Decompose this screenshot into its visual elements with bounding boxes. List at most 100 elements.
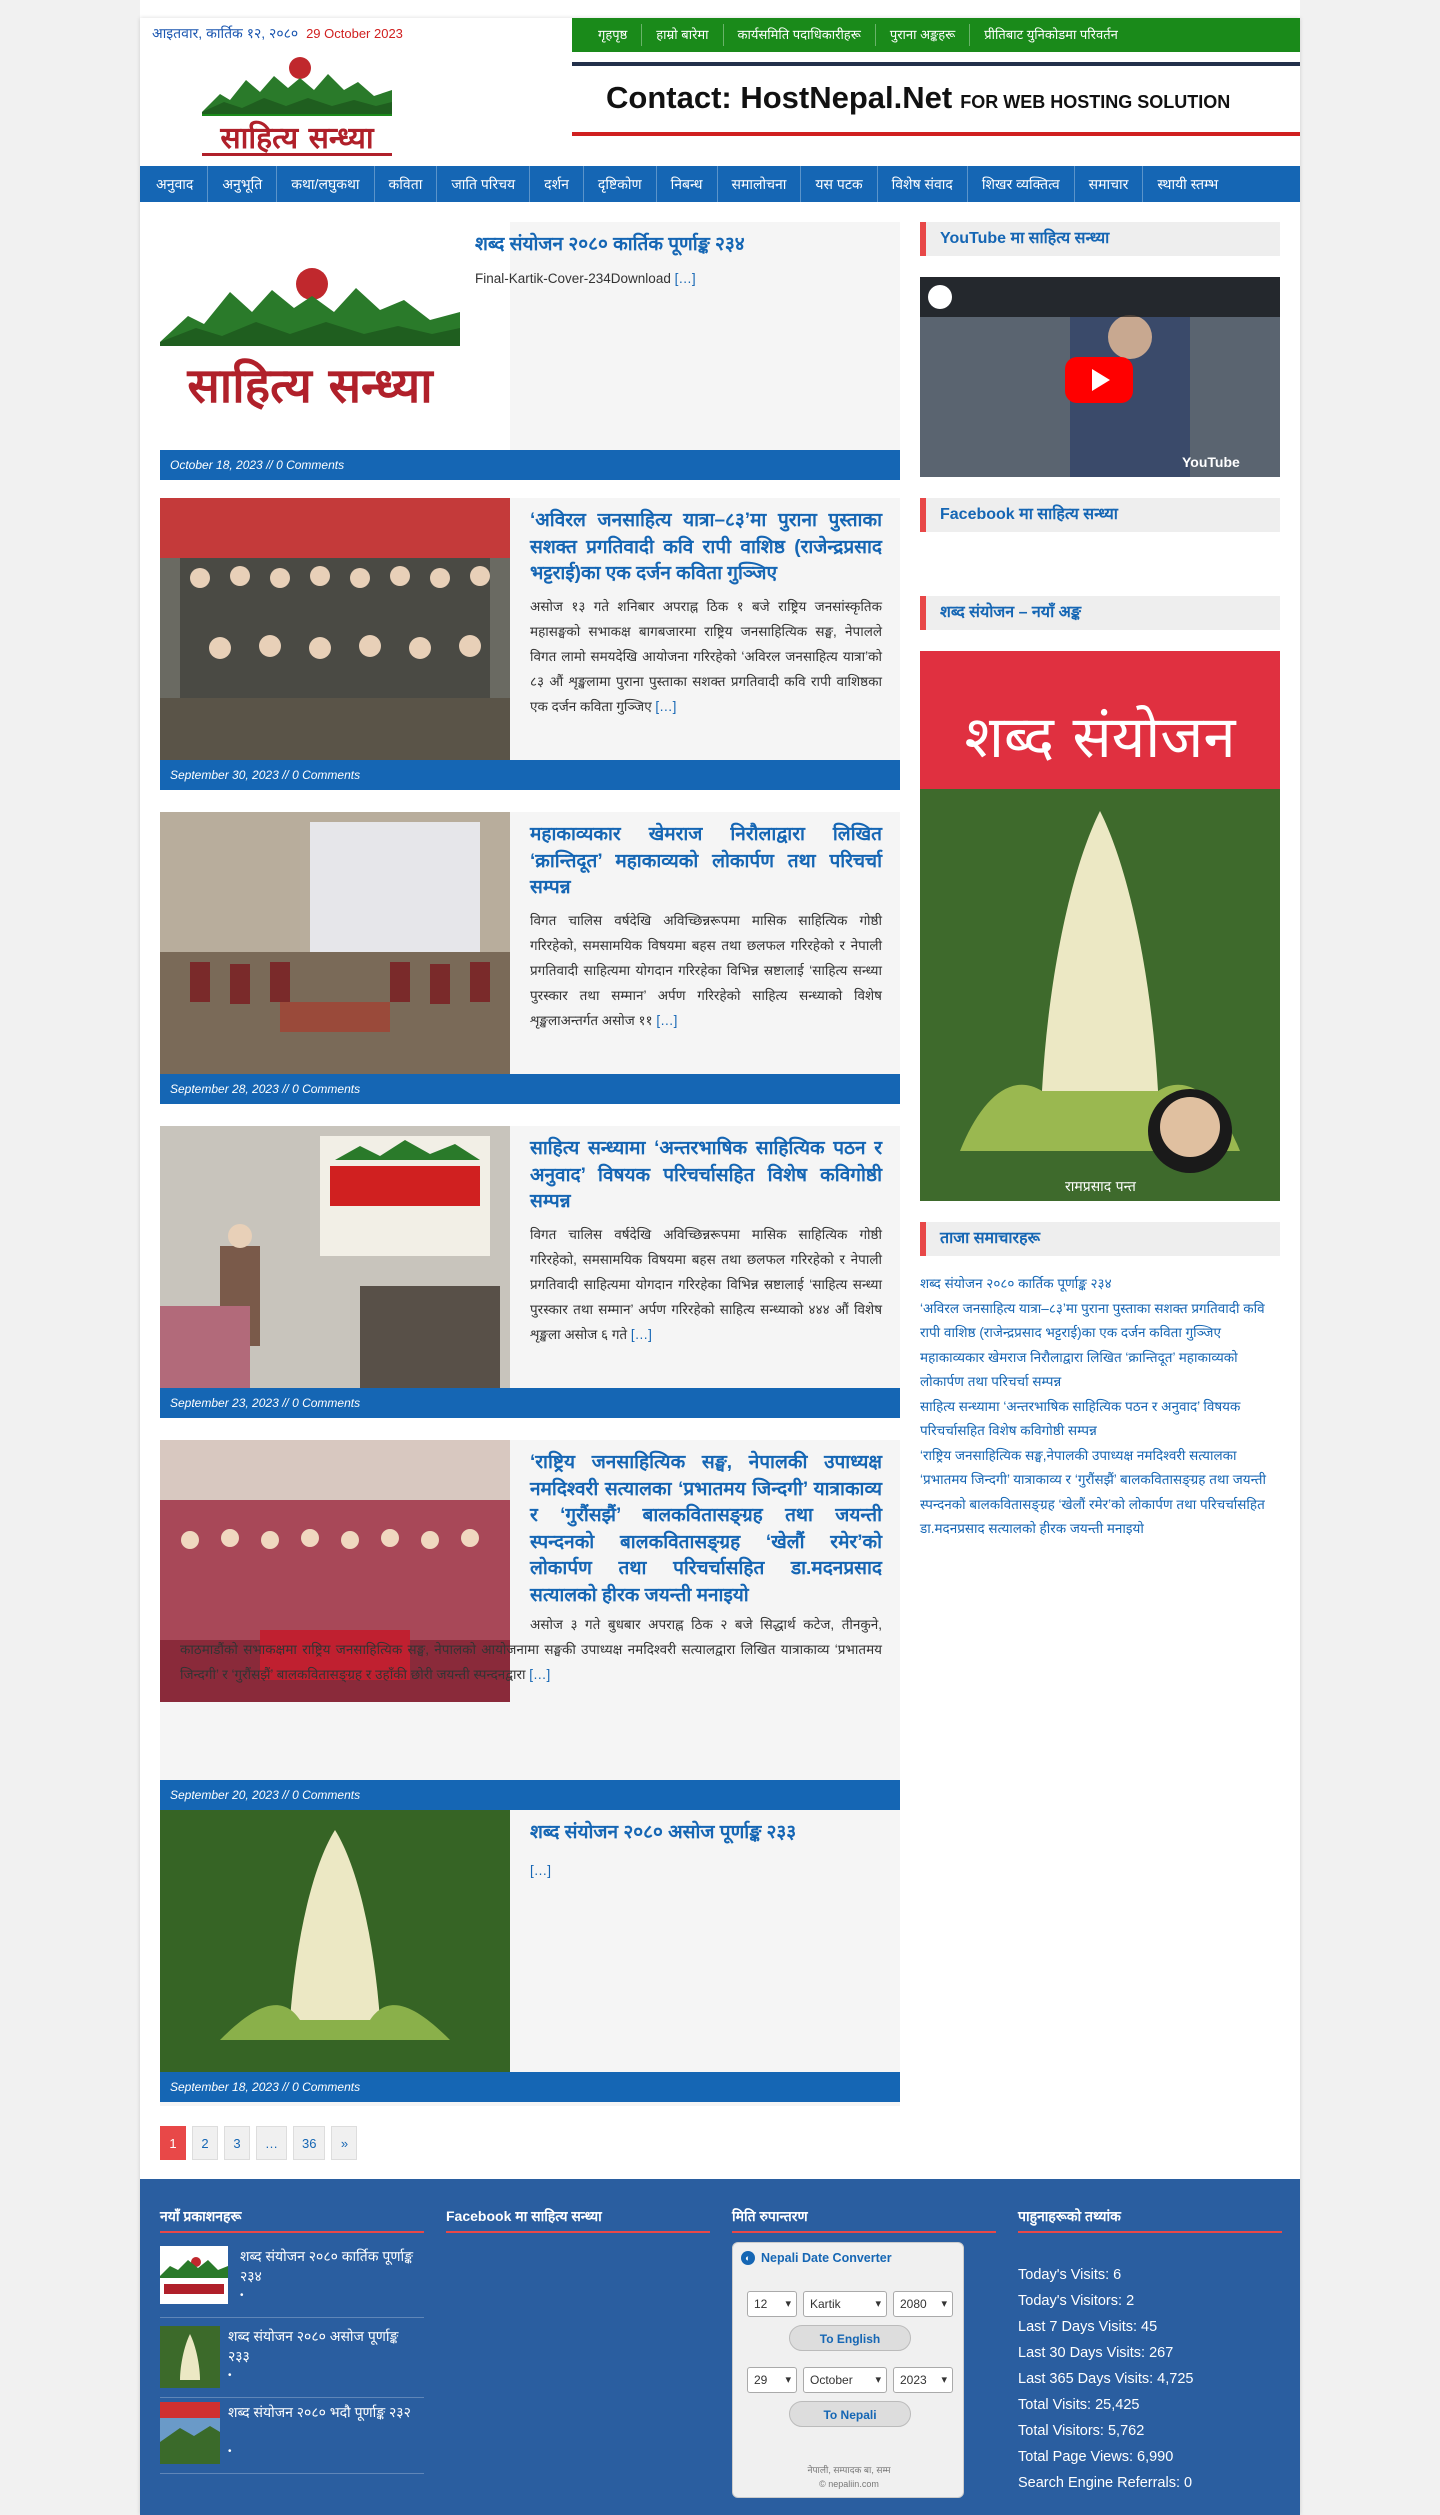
to-nepali-button[interactable]: To Nepali [789,2401,911,2427]
post-card: साहित्य सन्ध्या शब्द संयोजन २०८० कार्तिक… [160,222,900,480]
magazine-cover-title: शब्द संयोजन [964,703,1236,771]
post-title[interactable]: महाकाव्यकार खेमराज निरौलाद्वारा लिखित ‘क… [530,822,882,902]
publication-thumbnail[interactable] [160,2326,220,2388]
nepali-year-select[interactable]: 2080 [893,2291,953,2317]
topnav-home[interactable]: गृहपृष्ठ [584,24,643,46]
nav-item-sthayi-stambha[interactable]: स्थायी स्तम्भ [1143,166,1232,202]
publication-item: शब्द संयोजन २०८० भदौ पूर्णाङ्क २३२ • [160,2402,424,2474]
post-card: महाकाव्यकार खेमराज निरौलाद्वारा लिखित ‘क… [160,812,900,1104]
pagination: 1 2 3 … 36 » [160,2126,358,2160]
sidebar-heading-news: ताजा समाचारहरू [920,1222,1280,1256]
post-card: ‘अविरल जनसाहित्य यात्रा–८३’मा पुराना पुस… [160,498,900,790]
thumb-logo-text: साहित्य सन्ध्या [186,358,434,414]
topnav-unicode-converter[interactable]: प्रीतिबाट युनिकोडमा परिवर्तन [970,24,1132,46]
next-page-link[interactable]: » [331,2126,358,2160]
page-36-link[interactable]: 36 [293,2126,326,2160]
nav-item-vishesh-samvad[interactable]: विशेष संवाद [878,166,968,202]
logo-mountain-icon: साहित्य सन्ध्या [202,57,392,156]
english-year-select[interactable]: 2023 [893,2367,953,2393]
nav-item-katha[interactable]: कथा/लघुकथा [277,166,375,202]
publication-item: शब्द संयोजन २०८० असोज पूर्णाङ्क २३३ • [160,2326,424,2398]
logo-text: साहित्य सन्ध्या [219,120,375,156]
post-thumbnail[interactable]: साहित्य सन्ध्या [160,222,510,450]
footer-heading-date-converter: मिति रुपान्तरण [732,2207,996,2233]
magazine-caption: रामप्रसाद पन्त [1065,1179,1137,1195]
topnav-archives[interactable]: पुराना अङ्कहरू [876,24,971,46]
footer-heading-visitor-stats: पाहुनाहरूको तथ्यांक [1018,2207,1282,2233]
publication-title[interactable]: शब्द संयोजन २०८० असोज पूर्णाङ्क २३३ [228,2326,424,2366]
converter-logo-icon: ◐ [741,2251,755,2265]
page-1-current[interactable]: 1 [160,2126,186,2160]
post-card: शब्द संयोजन २०८० असोज पूर्णाङ्क २३३ […] … [160,1810,900,2106]
post-excerpt-text: विगत चालिस वर्षदेखि अविच्छिन्नरूपमा मासि… [530,913,882,1028]
english-month-select[interactable]: October [803,2367,887,2393]
english-day-select[interactable]: 29 [747,2367,797,2393]
site-logo[interactable]: साहित्य सन्ध्या [202,54,392,158]
post-thumbnail[interactable] [160,498,510,760]
magazine-cover[interactable]: शब्द संयोजन रामप्रसाद पन्त [920,651,1280,1201]
nav-item-samalochana[interactable]: समालोचना [718,166,802,202]
nav-item-yas-patak[interactable]: यस पटक [801,166,878,202]
nav-item-nibandha[interactable]: निबन्ध [657,166,718,202]
read-more-link[interactable]: […] [530,1863,551,1878]
read-more-link[interactable]: […] [656,1013,677,1028]
news-link[interactable]: साहित्य सन्ध्यामा ‘अन्तरभाषिक साहित्यिक … [920,1395,1280,1444]
youtube-embed[interactable]: YouTube [920,277,1280,477]
site-wrapper: आइतवार, कार्तिक १२, २०८० 29 October 2023… [140,18,1300,2515]
nepali-day-select[interactable]: 12 [747,2291,797,2317]
post-title[interactable]: साहित्य सन्ध्यामा ‘अन्तरभाषिक साहित्यिक … [530,1136,882,1216]
nav-item-darshan[interactable]: दर्शन [530,166,584,202]
news-link[interactable]: महाकाव्यकार खेमराज निरौलाद्वारा लिखित ‘क… [920,1346,1280,1395]
nav-item-jati-parichaya[interactable]: जाति परिचय [437,166,531,202]
topnav-about[interactable]: हाम्रो बारेमा [642,24,724,46]
news-link[interactable]: ‘राष्ट्रिय जनसाहित्यिक सङ्घ,नेपालकी उपाध… [920,1444,1280,1542]
stat-total-visits: Total Visits: 25,425 [1018,2397,1140,2413]
read-more-link[interactable]: […] [529,1667,550,1682]
post-title[interactable]: ‘राष्ट्रिय जनसाहित्यिक सङ्घ, नेपालकी उपा… [530,1450,882,1610]
date-nepali: आइतवार, कार्तिक १२, २०८० [152,25,299,41]
nav-item-shikhar-vyaktitva[interactable]: शिखर व्यक्तित्व [968,166,1075,202]
youtube-logo-text: YouTube [1182,454,1240,470]
post-excerpt-text: Final-Kartik-Cover-234Download [475,271,671,286]
converter-title: Nepali Date Converter [761,2251,892,2265]
post-thumbnail[interactable] [160,812,510,1074]
publication-title[interactable]: शब्द संयोजन २०८० कार्तिक पूर्णाङ्क २३४ [240,2246,420,2286]
header-advertisement[interactable]: Contact: HostNepal.Net FOR WEB HOSTING SO… [572,62,1300,136]
nepali-month-select[interactable]: Kartik [803,2291,887,2317]
nav-item-samachar[interactable]: समाचार [1075,166,1144,202]
news-link[interactable]: ‘अविरल जनसाहित्य यात्रा–८३’मा पुराना पुस… [920,1297,1280,1346]
post-thumbnail[interactable] [160,1126,510,1388]
publication-bullet: • [228,2446,232,2457]
publication-bullet: • [228,2370,232,2381]
converter-footer-line: नेपाली, सम्पादक बा, सम्म [807,2465,891,2475]
converter-footer: नेपाली, सम्पादक बा, सम्म © nepaliin.com [733,2463,965,2491]
post-title[interactable]: शब्द संयोजन २०८० कार्तिक पूर्णाङ्क २३४ [475,232,875,259]
nav-item-anubhuti[interactable]: अनुभूति [208,166,278,202]
page-3-link[interactable]: 3 [224,2126,250,2160]
stat-todays-visitors: Today's Visitors: 2 [1018,2293,1135,2309]
nepali-date-converter: ◐ Nepali Date Converter 12 Kartik 2080 T… [732,2242,964,2498]
post-thumbnail[interactable] [160,1810,510,2072]
nav-item-kavita[interactable]: कविता [375,166,438,202]
converter-credit: © nepaliin.com [819,2479,879,2489]
page-2-link[interactable]: 2 [192,2126,218,2160]
publication-thumbnail[interactable] [160,2402,220,2464]
stat-last-30-days: Last 30 Days Visits: 267 [1018,2345,1174,2361]
publication-title[interactable]: शब्द संयोजन २०८० भदौ पूर्णाङ्क २३२ [228,2402,424,2422]
post-excerpt: विगत चालिस वर्षदेखि अविच्छिन्नरूपमा मासि… [530,908,882,1033]
read-more-link[interactable]: […] [655,699,676,714]
converter-header: ◐ Nepali Date Converter [733,2243,963,2273]
read-more-link[interactable]: […] [631,1327,652,1342]
news-link[interactable]: शब्द संयोजन २०८० कार्तिक पूर्णाङ्क २३४ [920,1272,1280,1297]
read-more-link[interactable]: […] [675,271,696,286]
publication-item: शब्द संयोजन २०८० कार्तिक पूर्णाङ्क २३४ • [160,2246,424,2318]
publication-thumbnail[interactable] [160,2246,228,2304]
nav-item-anuwad[interactable]: अनुवाद [142,166,209,202]
to-english-button[interactable]: To English [789,2325,911,2351]
post-title[interactable]: ‘अविरल जनसाहित्य यात्रा–८३’मा पुराना पुस… [530,508,882,588]
sidebar-heading-facebook: Facebook मा साहित्य सन्ध्या [920,498,1280,532]
date-english: 29 October 2023 [306,26,403,41]
topnav-committee[interactable]: कार्यसमिति पदाधिकारीहरू [724,24,876,46]
post-title[interactable]: शब्द संयोजन २०८० असोज पूर्णाङ्क २३३ [530,1820,882,1847]
nav-item-drishtikon[interactable]: दृष्टिकोण [584,166,657,202]
